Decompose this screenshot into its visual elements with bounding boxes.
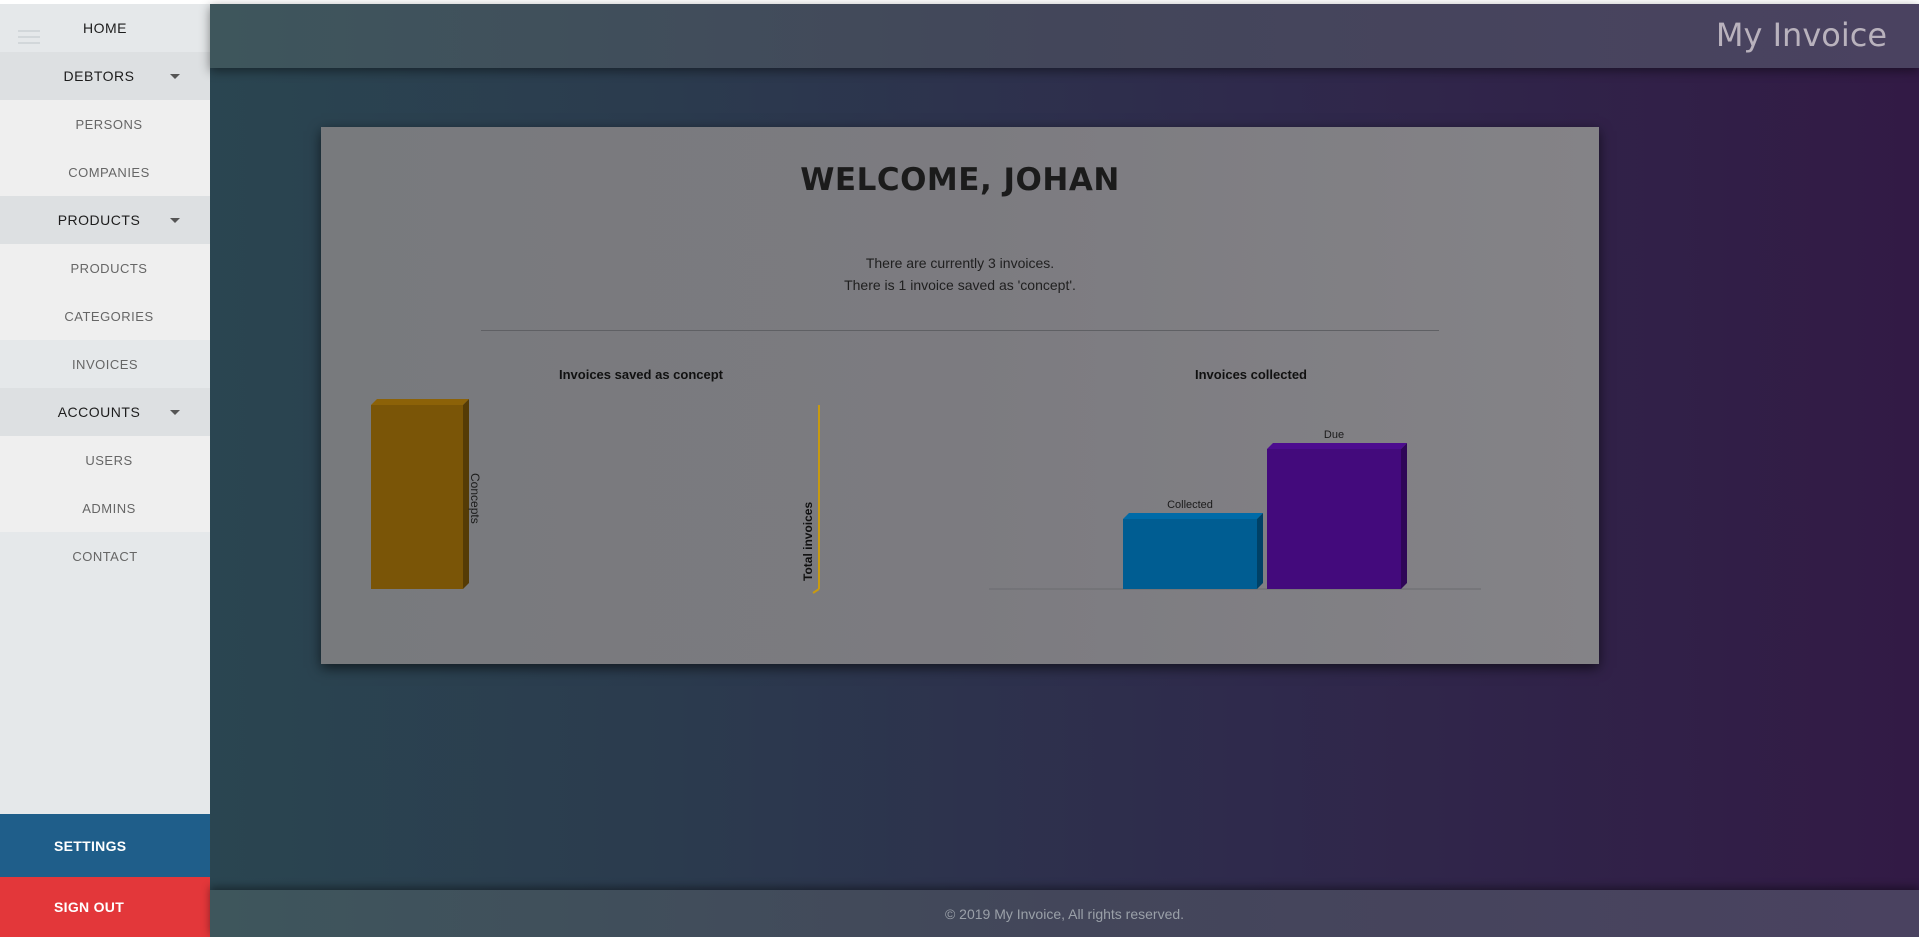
sidebar-item-debtors[interactable]: DEBTORS [0,52,210,100]
invoice-summary: There are currently 3 invoices. There is… [321,252,1599,296]
sign-out-button[interactable]: SIGN OUT [0,877,210,937]
sidebar-item-companies[interactable]: COMPANIES [0,148,210,196]
sidebar-item-accounts[interactable]: ACCOUNTS [0,388,210,436]
bar-label: Concepts [468,473,482,524]
sidebar-item-invoices[interactable]: INVOICES [0,340,210,388]
sidebar-item-contact[interactable]: CONTACT [0,532,210,580]
app-title[interactable]: My Invoice [1716,16,1887,54]
sidebar-item-label: ACCOUNTS [57,404,141,420]
sidebar-item-home[interactable]: HOME [0,4,210,52]
sidebar-item-label: DEBTORS [63,68,135,84]
welcome-heading: WELCOME, JOHAN [800,162,1120,198]
divider [481,330,1439,331]
sidebar-item-users[interactable]: USERS [0,436,210,484]
sidebar-item-products-group[interactable]: PRODUCTS [0,196,210,244]
copyright-text: © 2019 My Invoice, All rights reserved. [944,905,1185,922]
welcome-card: WELCOME, JOHAN There are currently 3 inv… [321,127,1599,664]
sidebar-item-products[interactable]: PRODUCTS [0,244,210,292]
caret-down-icon [170,410,180,415]
sidebar-item-admins[interactable]: ADMINS [0,484,210,532]
y-axis-tick [812,588,820,594]
settings-button[interactable]: SETTINGS [0,814,210,877]
bar-label: Due [1324,429,1344,441]
sidebar-item-persons[interactable]: PERSONS [0,100,210,148]
sidebar-item-label: PRODUCTS [57,212,141,228]
chart-bar [1123,513,1263,589]
invoice-count-text: There are currently 3 invoices. [865,255,1055,271]
collected-chart: Collected Due [989,429,1481,590]
collected-chart-title: Invoices collected [1195,367,1307,382]
chart-bar [371,399,469,589]
concept-chart: Concepts Total invoices [371,399,820,594]
sidebar-item-categories[interactable]: CATEGORIES [0,292,210,340]
concept-chart-title: Invoices saved as concept [558,367,724,382]
caret-down-icon [170,74,180,79]
concept-count-text: There is 1 invoice saved as 'concept'. [844,277,1076,293]
caret-down-icon [170,218,180,223]
y-axis-label: Total invoices [801,502,815,581]
chart-bar [1267,443,1407,589]
top-header: My Invoice [210,4,1919,68]
sidebar: HOME DEBTORS PERSONS COMPANIES PRODUCTS … [0,4,210,937]
footer: © 2019 My Invoice, All rights reserved. [210,890,1919,937]
bar-label: Collected [1167,499,1213,511]
